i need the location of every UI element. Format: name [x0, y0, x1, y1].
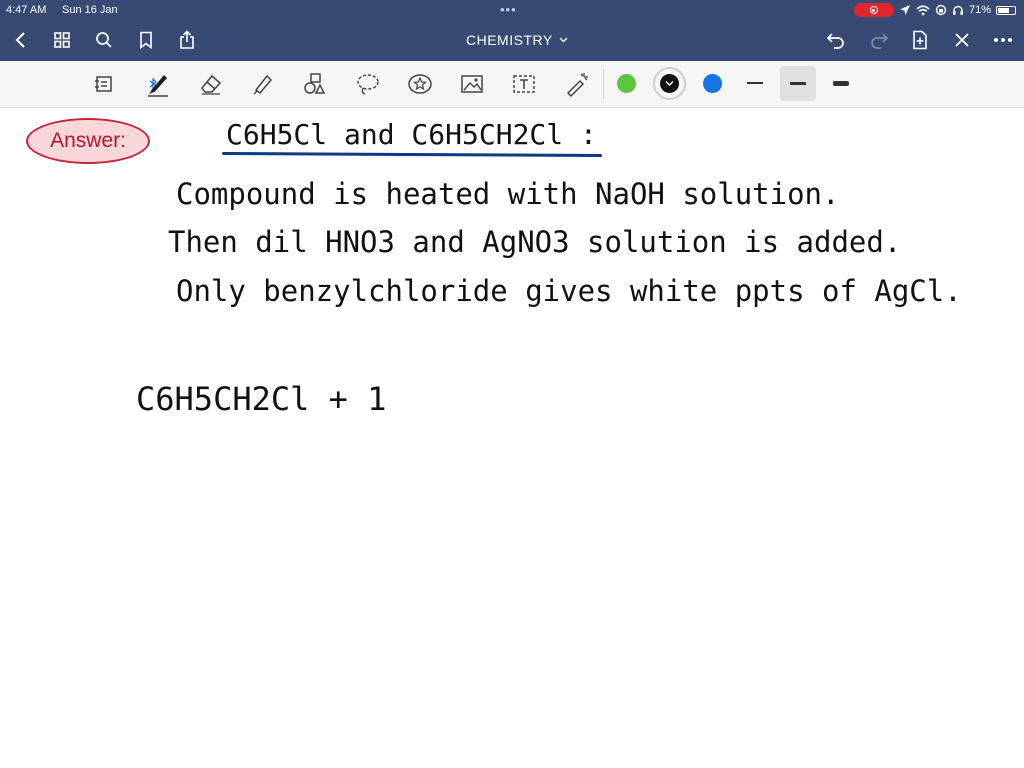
- battery-icon: [996, 5, 1016, 15]
- pen-tool[interactable]: [143, 69, 173, 99]
- status-bar: 4:47 AM Sun 16 Jan ••• 71%: [0, 0, 1024, 20]
- chevron-left-icon: [15, 32, 25, 48]
- image-tool[interactable]: [457, 69, 487, 99]
- status-date: Sun 16 Jan: [62, 4, 118, 16]
- redo-button[interactable]: [867, 28, 891, 52]
- more-button[interactable]: [991, 28, 1015, 52]
- multitasking-dots-icon[interactable]: •••: [500, 2, 517, 17]
- battery-percent: 71%: [968, 4, 991, 16]
- highlighter-tool[interactable]: [248, 69, 278, 99]
- document-title: CHEMISTRY: [466, 32, 553, 48]
- star-sticker-icon: [408, 74, 432, 94]
- back-button[interactable]: [8, 28, 32, 52]
- pen-icon: [148, 75, 168, 97]
- close-icon: [955, 33, 969, 47]
- grid-icon: [54, 32, 70, 48]
- stroke-width-thick[interactable]: [833, 81, 849, 86]
- search-button[interactable]: [92, 28, 116, 52]
- lasso-tool[interactable]: [353, 69, 383, 99]
- screen-recording-icon: [853, 3, 894, 17]
- eraser-tool[interactable]: [196, 69, 226, 99]
- eraser-icon: [201, 74, 222, 95]
- handwritten-heading: C6H5Cl and C6H5CH2Cl :: [226, 118, 597, 151]
- close-button[interactable]: [950, 28, 974, 52]
- handwritten-line-3: Only benzylchloride gives white ppts of …: [176, 274, 962, 308]
- color-swatch-green[interactable]: [617, 74, 636, 93]
- status-time: 4:47 AM: [6, 4, 47, 16]
- navigation-bar: CHEMISTRY: [0, 22, 1024, 58]
- stroke-width-medium[interactable]: [790, 82, 806, 85]
- location-arrow-icon: [899, 5, 910, 15]
- add-page-button[interactable]: [908, 28, 932, 52]
- bookmark-button[interactable]: [134, 28, 158, 52]
- add-page-icon: [913, 30, 927, 50]
- undo-icon: [826, 33, 844, 49]
- color-swatch-blue[interactable]: [703, 74, 722, 93]
- heading-underline: [221, 152, 603, 157]
- read-mode-tool[interactable]: [90, 69, 120, 99]
- handwritten-line-1: Compound is heated with NaOH solution.: [176, 177, 840, 211]
- text-box-icon: [513, 75, 535, 93]
- share-button[interactable]: [175, 28, 199, 52]
- bookmark-icon: [140, 31, 152, 49]
- wifi-icon: [916, 4, 930, 15]
- share-icon: [180, 30, 194, 49]
- answer-label-text: Answer:: [50, 129, 126, 152]
- drawing-toolbar: [0, 61, 1024, 108]
- laser-pointer-tool[interactable]: [562, 69, 592, 99]
- laser-pointer-icon: [566, 73, 588, 97]
- chevron-down-icon: [559, 37, 568, 43]
- headphones-icon: [952, 5, 963, 15]
- text-tool[interactable]: [509, 69, 539, 99]
- answer-label: Answer:: [26, 118, 150, 164]
- highlighter-icon: [253, 74, 273, 95]
- document-title-menu[interactable]: CHEMISTRY: [466, 32, 568, 48]
- redo-icon: [871, 33, 889, 49]
- app-header: 4:47 AM Sun 16 Jan ••• 71% CHEMISTRY: [0, 0, 1024, 61]
- lasso-icon: [357, 74, 379, 95]
- battery-level: [998, 7, 1010, 13]
- toolbar-divider: [603, 69, 604, 99]
- shapes-icon: [304, 73, 326, 94]
- shapes-tool[interactable]: [300, 69, 330, 99]
- handwritten-equation: C6H5CH2Cl + 1: [136, 380, 387, 418]
- stroke-width-thin[interactable]: [747, 82, 763, 84]
- page-grid-button[interactable]: [50, 28, 74, 52]
- orientation-lock-icon: [935, 4, 947, 16]
- more-icon: [994, 38, 1012, 42]
- undo-button[interactable]: [824, 28, 848, 52]
- search-icon: [96, 32, 112, 48]
- read-mode-icon: [95, 76, 112, 92]
- handwritten-line-2: Then dil HNO3 and AgNO3 solution is adde…: [168, 225, 902, 259]
- status-icons: 71%: [853, 2, 1016, 18]
- sticker-tool[interactable]: [405, 69, 435, 99]
- color-options-chevron-icon: [665, 81, 674, 86]
- image-icon: [461, 75, 483, 93]
